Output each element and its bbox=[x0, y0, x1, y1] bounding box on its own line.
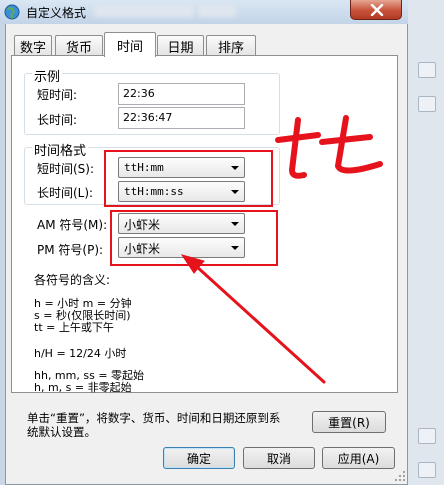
resize-grip-icon[interactable] bbox=[392, 468, 406, 482]
long-time-example-field: 22:36:47 bbox=[118, 107, 245, 129]
apply-button[interactable]: 应用(A) bbox=[322, 447, 395, 469]
tab-sort[interactable]: 排序 bbox=[206, 35, 256, 56]
annotation-box-formats bbox=[104, 150, 273, 207]
blurred-title-region bbox=[94, 5, 194, 17]
long-time-label: 长时间(L): bbox=[37, 186, 94, 200]
tab-date[interactable]: 日期 bbox=[157, 35, 204, 56]
tab-currency[interactable]: 货币 bbox=[55, 35, 103, 56]
scroll-button[interactable] bbox=[418, 428, 436, 444]
short-time-label: 短时间(S): bbox=[37, 162, 95, 176]
scroll-up-button[interactable] bbox=[418, 62, 436, 78]
time-format-group-label: 时间格式 bbox=[32, 140, 89, 159]
reset-description: 统默认设置。 bbox=[27, 425, 96, 439]
window-title: 自定义格式 bbox=[26, 6, 87, 20]
long-time-example-label: 长时间: bbox=[37, 113, 78, 127]
legend-title: 各符号的含义: bbox=[34, 273, 111, 287]
legend-line: h/H = 12/24 小时 bbox=[34, 347, 127, 360]
reset-button[interactable]: 重置(R) bbox=[312, 411, 386, 433]
annotation-box-ampm bbox=[110, 210, 278, 266]
scroll-down-button[interactable] bbox=[418, 462, 436, 478]
close-button[interactable] bbox=[350, 0, 402, 20]
ok-button[interactable]: 确定 bbox=[163, 447, 235, 469]
globe-icon bbox=[4, 4, 20, 20]
am-symbol-label: AM 符号(M): bbox=[37, 218, 108, 232]
pm-symbol-label: PM 符号(P): bbox=[37, 243, 104, 257]
close-icon bbox=[370, 4, 384, 16]
short-time-example-field: 22:36 bbox=[118, 83, 245, 105]
tab-number[interactable]: 数字 bbox=[14, 35, 52, 56]
short-time-example-label: 短时间: bbox=[37, 88, 78, 102]
scroll-button[interactable] bbox=[418, 96, 436, 112]
tab-time[interactable]: 时间 bbox=[104, 32, 156, 57]
cancel-button[interactable]: 取消 bbox=[243, 447, 315, 469]
legend-line: tt = 上午或下午 bbox=[34, 321, 114, 334]
legend-line: h, m, s = 非零起始 bbox=[34, 381, 132, 394]
blurred-title-region bbox=[198, 5, 236, 17]
example-group-label: 示例 bbox=[32, 66, 63, 85]
